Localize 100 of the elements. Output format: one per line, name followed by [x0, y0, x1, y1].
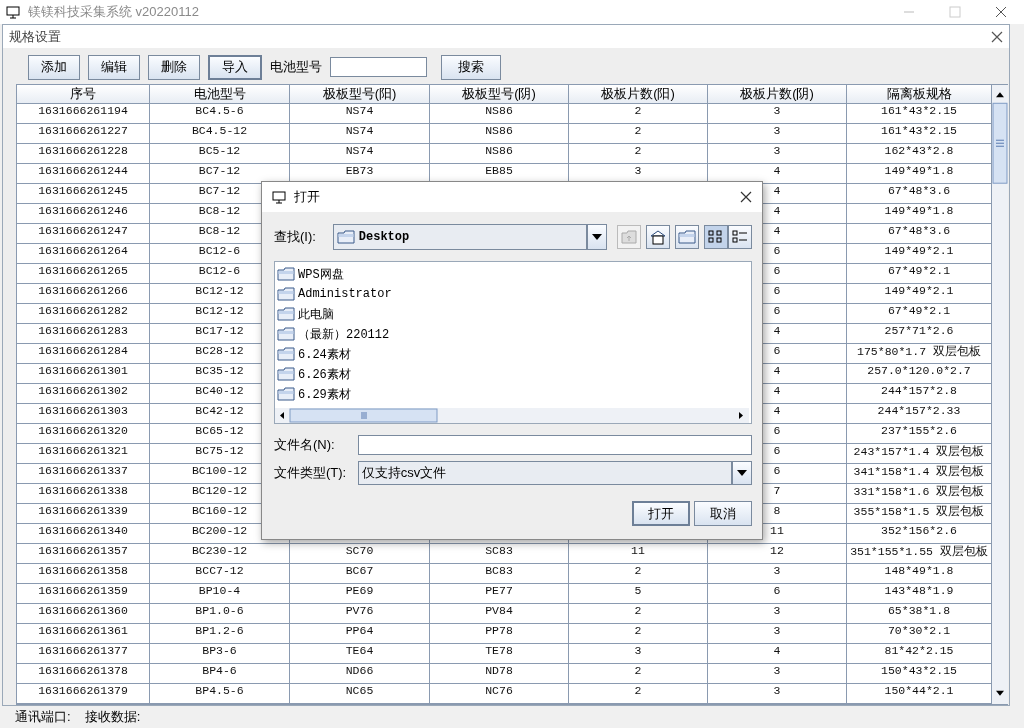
table-cell: 1631666261338: [17, 484, 150, 504]
table-cell: 1631666261265: [17, 264, 150, 284]
details-view-icon: [732, 230, 748, 244]
view-button[interactable]: [728, 225, 752, 249]
column-header[interactable]: 电池型号: [150, 85, 290, 104]
table-cell: 1631666261379: [17, 684, 150, 704]
folder-icon: [277, 267, 295, 281]
table-cell: BC230-12: [150, 544, 290, 564]
new-folder-button[interactable]: [675, 225, 699, 249]
dialog-title: 规格设置: [9, 27, 61, 46]
table-cell: BC4.5-6: [150, 104, 290, 124]
horizontal-scrollbar[interactable]: [275, 408, 749, 423]
search-field[interactable]: [330, 57, 427, 77]
table-cell: 1631666261340: [17, 524, 150, 544]
column-header[interactable]: 极板型号(阳): [290, 85, 430, 104]
dropdown-button[interactable]: [732, 461, 752, 485]
table-cell: 2: [569, 664, 708, 684]
table-cell: BP4-6: [150, 664, 290, 684]
folder-icon: [678, 230, 696, 244]
folder-icon: [277, 307, 295, 321]
table-cell: BP1.0-6: [150, 604, 290, 624]
file-type-dropdown[interactable]: 仅支持csv文件: [357, 461, 733, 485]
table-cell: 1631666261282: [17, 304, 150, 324]
status-label: 接收数据:: [84, 708, 141, 726]
close-icon[interactable]: [991, 30, 1003, 43]
table-cell: 1631666261337: [17, 464, 150, 484]
view-button[interactable]: [704, 225, 728, 249]
table-cell: NS86: [430, 124, 569, 144]
table-cell: BC83: [430, 564, 569, 584]
table-cell: 2: [569, 144, 708, 164]
table-cell: 1631666261244: [17, 164, 150, 184]
table-cell: 11: [569, 544, 708, 564]
table-cell: 1631666261246: [17, 204, 150, 224]
table-cell: 2: [569, 564, 708, 584]
dropdown-button[interactable]: [587, 224, 607, 250]
table-cell: NC76: [430, 684, 569, 704]
table-cell: 1631666261377: [17, 644, 150, 664]
table-cell: PV84: [430, 604, 569, 624]
column-header[interactable]: 极板片数(阴): [708, 85, 847, 104]
table-cell: 1631666261361: [17, 624, 150, 644]
file-name-field[interactable]: [357, 435, 752, 455]
table-cell: BP1.2-6: [150, 624, 290, 644]
table-cell: BP10-4: [150, 584, 290, 604]
column-header[interactable]: 极板片数(阳): [569, 85, 708, 104]
table-cell: BP3-6: [150, 644, 290, 664]
dialog-button[interactable]: 取消: [694, 501, 752, 526]
home-button[interactable]: [646, 225, 670, 249]
table-cell: PV76: [290, 604, 430, 624]
table-cell: 1631666261360: [17, 604, 150, 624]
toolbar-button[interactable]: 删除: [148, 54, 200, 80]
look-in-dropdown[interactable]: Desktop: [332, 224, 588, 250]
table-cell: 1631666261194: [17, 104, 150, 124]
vertical-scrollbar[interactable]: [991, 85, 1008, 704]
table-cell: 1631666261357: [17, 544, 150, 564]
status-label: 通讯端口:: [15, 708, 71, 726]
toolbar-button[interactable]: 导入: [208, 54, 262, 80]
table-cell: NS86: [430, 104, 569, 124]
column-header[interactable]: 隔离板规格: [847, 85, 991, 104]
table-cell: 3: [708, 684, 847, 704]
toolbar-button[interactable]: 添加: [28, 54, 80, 80]
search-button[interactable]: 搜索: [441, 54, 501, 80]
table-cell: TE64: [290, 644, 430, 664]
column-header[interactable]: 序号: [17, 85, 150, 104]
table-cell: PP64: [290, 624, 430, 644]
table-cell: NS86: [430, 144, 569, 164]
table-cell: PE77: [430, 584, 569, 604]
table-cell: BC67: [290, 564, 430, 584]
table-cell: 1631666261283: [17, 324, 150, 344]
column-header[interactable]: 极板型号(阴): [430, 85, 569, 104]
table-cell: 2: [569, 684, 708, 704]
table-cell: 4: [708, 644, 847, 664]
folder-icon: [277, 347, 295, 361]
home-icon: [650, 229, 666, 245]
table-cell: 5: [569, 584, 708, 604]
table-cell: PE69: [290, 584, 430, 604]
folder-up-icon: [621, 230, 637, 244]
table-cell: 3: [708, 124, 847, 144]
table-cell: 1631666261266: [17, 284, 150, 304]
table-cell: 6: [708, 584, 847, 604]
table-cell: TE78: [430, 644, 569, 664]
table-cell: 2: [569, 104, 708, 124]
folder-icon: [277, 387, 295, 401]
table-cell: 1631666261227: [17, 124, 150, 144]
close-icon[interactable]: [740, 191, 752, 203]
monitor-icon: [272, 190, 286, 204]
table-cell: SC70: [290, 544, 430, 564]
table-cell: BC4.5-12: [150, 124, 290, 144]
table-cell: 1631666261321: [17, 444, 150, 464]
folder-icon: [336, 230, 355, 244]
table-cell: BC5-12: [150, 144, 290, 164]
list-view-icon: [708, 230, 724, 244]
caret-icon: [737, 470, 748, 476]
toolbar-button[interactable]: 编辑: [88, 54, 140, 80]
table-cell: 1631666261358: [17, 564, 150, 584]
table-cell: 3: [708, 604, 847, 624]
folder-icon: [277, 327, 295, 341]
table-cell: 1631666261228: [17, 144, 150, 164]
monitor-icon: [6, 5, 20, 19]
dialog-button[interactable]: 打开: [632, 501, 690, 526]
table-cell: 1631666261303: [17, 404, 150, 424]
